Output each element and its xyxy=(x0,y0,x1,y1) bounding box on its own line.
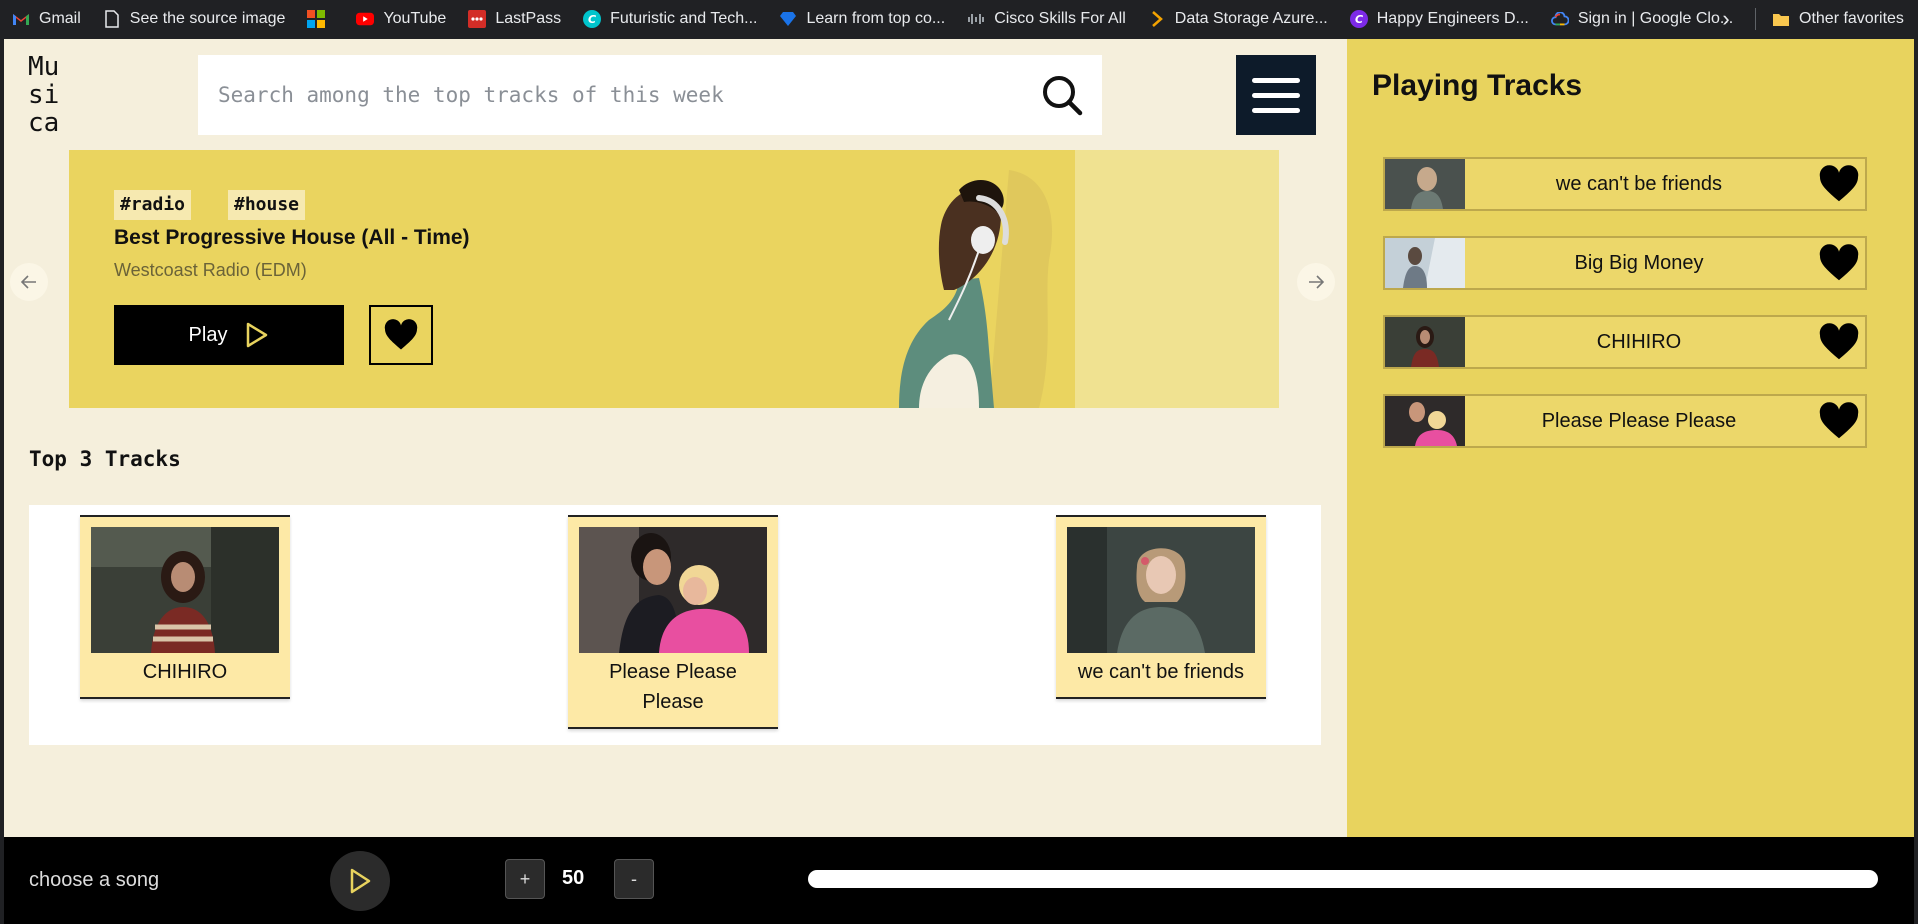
hero-singer-image xyxy=(899,170,1053,408)
playing-track-item[interactable]: Please Please Please xyxy=(1383,394,1867,448)
bookmark-label: Futuristic and Tech... xyxy=(610,10,758,27)
volume-up-button[interactable]: + xyxy=(505,859,545,899)
search-input[interactable] xyxy=(198,64,1032,126)
now-playing-status: choose a song xyxy=(29,869,160,891)
song-progress-bar[interactable] xyxy=(808,870,1878,888)
top-track-card[interactable]: Please Please Please xyxy=(568,515,778,729)
bookmark-label: Cisco Skills For All xyxy=(994,10,1126,27)
tag-house[interactable]: #house xyxy=(228,190,306,220)
microsoft-icon xyxy=(307,10,326,28)
volume-down-button[interactable]: - xyxy=(614,859,654,899)
bookmark-label: YouTube xyxy=(383,10,447,27)
player-play-button[interactable] xyxy=(330,851,390,911)
hero-banner: #radio #house Best Progressive House (Al… xyxy=(69,150,1279,408)
search-bar xyxy=(198,55,1102,135)
page-icon xyxy=(103,10,121,28)
bookmark-source-image[interactable]: See the source image xyxy=(91,0,296,38)
track-title: Please Please Please xyxy=(1541,409,1737,432)
search-icon[interactable] xyxy=(1032,65,1092,125)
canva-icon: C xyxy=(583,10,602,28)
track-title: CHIHIRO xyxy=(142,661,228,683)
hero-subtitle: Westcoast Radio (EDM) xyxy=(114,260,307,280)
playing-tracks-panel: Playing Tracks we can't be friends Big B… xyxy=(1347,39,1914,837)
musica-app: Musica #radio #house Best Progressive Ho… xyxy=(4,39,1914,837)
bookmark-data-storage[interactable]: Data Storage Azure... xyxy=(1136,0,1338,38)
bookmark-label: Learn from top co... xyxy=(806,10,946,27)
bookmark-learn[interactable]: Learn from top co... xyxy=(767,0,955,38)
bookmarks-more-chevron-icon[interactable]: › xyxy=(1716,0,1736,38)
canva-icon: C xyxy=(1349,10,1368,28)
arrow-left-icon[interactable] xyxy=(10,263,48,301)
track-thumbnail-image xyxy=(1385,396,1465,446)
track-title: CHIHIRO xyxy=(1596,330,1682,353)
google-cloud-icon xyxy=(1550,10,1569,28)
heart-icon[interactable] xyxy=(1813,396,1865,446)
play-button[interactable]: Play xyxy=(114,305,344,365)
bookmark-label: LastPass xyxy=(495,10,562,27)
bookmark-label: See the source image xyxy=(129,10,286,27)
gmail-icon xyxy=(12,10,30,28)
volume-value: 50 xyxy=(562,867,585,889)
track-thumbnail-image xyxy=(1385,238,1465,288)
hero-title: Best Progressive House (All - Time) xyxy=(114,226,470,249)
heart-icon xyxy=(384,319,418,350)
bookmark-label: Data Storage Azure... xyxy=(1174,10,1328,27)
track-cover-image xyxy=(1067,527,1255,653)
track-title: Big Big Money xyxy=(1574,251,1704,274)
app-logo[interactable]: Musica xyxy=(28,53,68,137)
track-cover-image xyxy=(91,527,279,653)
bookmark-happy-engineers[interactable]: C Happy Engineers D... xyxy=(1338,0,1539,38)
folder-icon xyxy=(1772,10,1790,28)
track-thumbnail-image xyxy=(1385,159,1465,209)
heart-icon[interactable] xyxy=(1813,317,1865,367)
bookmark-cisco[interactable]: Cisco Skills For All xyxy=(955,0,1136,38)
playing-track-item[interactable]: CHIHIRO xyxy=(1383,315,1867,369)
svg-text:C: C xyxy=(588,13,596,26)
playing-track-item[interactable]: we can't be friends xyxy=(1383,157,1867,211)
bookmark-gmail[interactable]: Gmail xyxy=(0,0,91,38)
play-icon xyxy=(350,868,371,894)
diamond-icon xyxy=(779,10,797,28)
track-title: we can't be friends xyxy=(1555,172,1723,195)
cisco-icon xyxy=(967,10,985,28)
bookmarks-divider xyxy=(1755,8,1756,30)
favorite-heart-button[interactable] xyxy=(369,305,433,365)
hamburger-menu-icon[interactable] xyxy=(1236,55,1316,135)
top-track-card[interactable]: we can't be friends xyxy=(1056,515,1266,699)
play-button-label: Play xyxy=(188,323,228,346)
bookmark-microsoft[interactable] xyxy=(295,0,344,38)
bookmark-google-cloud[interactable]: Sign in | Google Clo... xyxy=(1539,0,1743,38)
lastpass-icon xyxy=(468,10,487,28)
track-title: we can't be friends xyxy=(1077,661,1245,683)
svg-text:C: C xyxy=(1355,13,1363,26)
bookmarks-bar: Gmail See the source image YouTube LastP… xyxy=(0,0,1918,38)
playing-track-item[interactable]: Big Big Money xyxy=(1383,236,1867,290)
play-icon xyxy=(247,322,268,348)
top-track-card[interactable]: CHIHIRO xyxy=(80,515,290,699)
playing-tracks-heading: Playing Tracks xyxy=(1372,69,1583,102)
player-bar: choose a song + 50 - xyxy=(4,837,1914,924)
youtube-icon xyxy=(356,10,375,28)
tag-radio[interactable]: #radio xyxy=(114,190,192,220)
hero-panel: #radio #house Best Progressive House (Al… xyxy=(69,150,1075,408)
chevron-icon xyxy=(1148,10,1166,28)
top-tracks-heading: Top 3 Tracks xyxy=(29,447,181,471)
bookmark-label: Gmail xyxy=(39,10,81,27)
heart-icon[interactable] xyxy=(1813,159,1865,209)
bookmark-label: Happy Engineers D... xyxy=(1376,10,1529,27)
bookmark-lastpass[interactable]: LastPass xyxy=(456,0,571,38)
arrow-right-icon[interactable] xyxy=(1297,263,1335,301)
bookmark-futuristic[interactable]: C Futuristic and Tech... xyxy=(571,0,767,38)
track-title: Please Please Please xyxy=(609,661,737,713)
top-tracks-list: CHIHIRO Please Please Please we can't be… xyxy=(29,505,1321,745)
bookmark-youtube[interactable]: YouTube xyxy=(344,0,456,38)
heart-icon[interactable] xyxy=(1813,238,1865,288)
bookmark-other-favorites[interactable]: Other favorites xyxy=(1772,0,1904,38)
track-cover-image xyxy=(579,527,767,653)
other-favorites-label: Other favorites xyxy=(1799,10,1904,27)
bookmark-label: Sign in | Google Clo... xyxy=(1577,10,1734,27)
track-thumbnail-image xyxy=(1385,317,1465,367)
